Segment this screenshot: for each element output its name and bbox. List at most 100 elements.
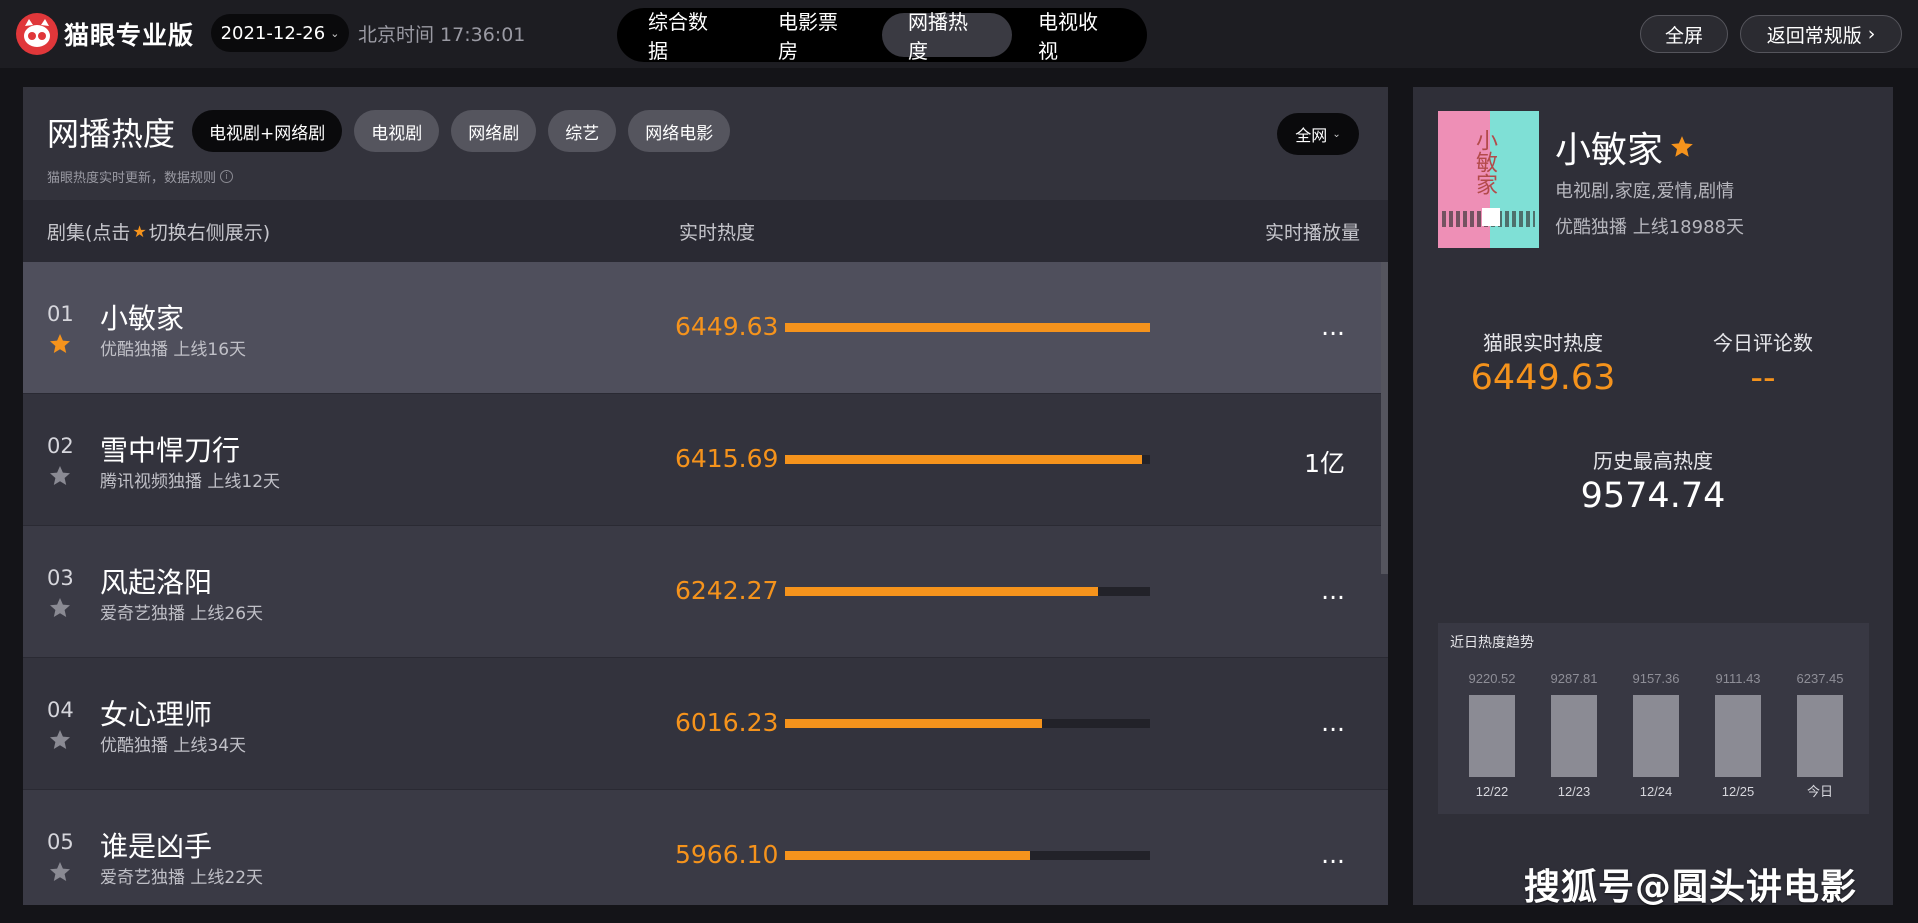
back-button-label: 返回常规版: [1766, 24, 1862, 47]
beijing-clock: 北京时间 17:36:01: [358, 24, 526, 46]
show-list: 01 小敏家 优酷独播 上线16天 6449.63... 02 雪中悍刀行腾讯视频独播 上…: [23, 262, 1388, 905]
table-row[interactable]: 02 雪中悍刀行 腾讯视频独播 上线12天 6415.69 1亿: [23, 394, 1388, 526]
stat-value: --: [1750, 358, 1776, 398]
cat-eye-logo-icon: [16, 13, 58, 55]
back-to-standard-button[interactable]: 返回常规版 ›: [1740, 15, 1902, 53]
star-icon[interactable]: [48, 596, 72, 620]
rank-number: 04: [47, 698, 74, 722]
heat-value: 6449.63: [675, 312, 779, 341]
play-count: ...: [1321, 312, 1345, 341]
stat-value: 9574.74: [1580, 476, 1726, 516]
date-select[interactable]: 2021-12-26 ⌄: [211, 14, 349, 52]
show-meta: 优酷独播 上线34天: [100, 736, 247, 756]
detail-panel: 小敏家 小敏家 电视剧,家庭,爱情,剧情 优酷独播 上线18988天 猫眼实时热…: [1413, 87, 1893, 905]
table-row[interactable]: 03 风起洛阳 爱奇艺独播 上线26天 6242.27...: [23, 526, 1388, 658]
trend-value-label: 6237.45: [1797, 671, 1844, 686]
show-poster: 小敏家: [1438, 111, 1539, 248]
heat-bar-fill: [785, 455, 1142, 464]
chevron-right-icon: ›: [1867, 23, 1876, 45]
star-icon[interactable]: [1669, 134, 1695, 160]
heat-bar-fill: [785, 719, 1043, 728]
nav-tab[interactable]: 综合数据: [622, 10, 752, 63]
heat-value: 5966.10: [675, 840, 779, 869]
app-logo[interactable]: 猫眼专业版: [16, 13, 194, 55]
poster-house: [1482, 208, 1500, 226]
stat-value: 6449.63: [1470, 358, 1616, 398]
show-title[interactable]: 谁是凶手: [100, 825, 212, 865]
heat-list-panel: 网播热度 电视剧+网络剧 电视剧 网络剧 综艺 网络电影 全网 ⌄ 猫眼热度实时更新，数…: [23, 87, 1388, 905]
stat-label: 今日评论数: [1713, 331, 1813, 355]
scope-value: 全网: [1295, 126, 1328, 145]
trend-bar: [1715, 695, 1761, 777]
star-icon[interactable]: [48, 860, 72, 884]
trend-category-label: 今日: [1807, 784, 1833, 799]
filter-chip[interactable]: 电视剧: [354, 110, 440, 152]
show-title[interactable]: 风起洛阳: [100, 561, 212, 601]
panel-title: 网播热度: [47, 115, 176, 153]
show-title[interactable]: 女心理师: [100, 693, 212, 733]
heat-bar: [785, 587, 1150, 596]
update-note-text: 猫眼热度实时更新，数据规则: [47, 171, 217, 186]
rank-number: 02: [47, 434, 74, 458]
show-meta: 爱奇艺独播 上线22天: [100, 868, 264, 888]
star-icon[interactable]: [48, 728, 72, 752]
table-row[interactable]: 01 小敏家 优酷独播 上线16天 6449.63...: [23, 262, 1388, 394]
show-meta: 爱奇艺独播 上线26天: [100, 604, 264, 624]
filter-chip[interactable]: 电视剧+网络剧: [192, 110, 343, 152]
column-show: 剧集(点击 ★ 切换右侧展示): [47, 218, 270, 245]
star-icon[interactable]: [48, 332, 72, 356]
trend-bar: [1797, 695, 1843, 777]
star-icon: ★: [132, 222, 147, 241]
column-header: 剧集(点击 ★ 切换右侧展示) 实时热度 实时播放量: [23, 200, 1388, 262]
heat-bar: [785, 323, 1150, 332]
play-count: ...: [1321, 840, 1345, 869]
star-icon[interactable]: [48, 464, 72, 488]
stat-label: 历史最高热度: [1593, 449, 1713, 473]
chevron-down-icon: ⌄: [1332, 128, 1341, 140]
show-meta: 腾讯视频独播 上线12天: [100, 472, 281, 492]
nav-tab[interactable]: 网播热度: [882, 10, 1012, 63]
trend-category-label: 12/22: [1476, 784, 1509, 799]
table-row[interactable]: 05 谁是凶手爱奇艺独播 上线22天 5966.10...: [23, 790, 1388, 905]
scope-select[interactable]: 全网 ⌄: [1277, 113, 1359, 155]
stat-label: 猫眼实时热度: [1483, 331, 1603, 355]
show-title[interactable]: 小敏家: [100, 297, 184, 337]
detail-genres: 电视剧,家庭,爱情,剧情: [1555, 181, 1735, 202]
trend-value-label: 9111.43: [1715, 671, 1760, 686]
rank-number: 05: [47, 830, 74, 854]
play-count: 1亿: [1304, 449, 1345, 478]
column-plays: 实时播放量: [1264, 222, 1360, 244]
list-header: 网播热度 电视剧+网络剧 电视剧 网络剧 综艺 网络电影 全网 ⌄ 猫眼热度实时更新，数…: [23, 87, 1388, 200]
poster-title: 小敏家: [1472, 129, 1497, 195]
main-nav: 综合数据 电影票房 网播热度 电视收视: [617, 8, 1147, 63]
list-scrollbar[interactable]: [1381, 262, 1388, 574]
nav-tab[interactable]: 电影票房: [752, 10, 882, 63]
heat-bar-fill: [785, 851, 1030, 860]
trend-value-label: 9220.52: [1469, 671, 1516, 686]
watermark: 搜狐号@圆头讲电影: [1524, 867, 1858, 908]
info-icon[interactable]: i: [220, 170, 234, 183]
trend-value-label: 9287.81: [1551, 671, 1598, 686]
heat-bar-fill: [785, 587, 1099, 596]
rank-number: 03: [47, 566, 74, 590]
detail-info: 优酷独播 上线18988天: [1555, 217, 1744, 238]
filter-chip[interactable]: 网络剧: [451, 110, 537, 152]
filter-chip[interactable]: 网络电影: [628, 110, 731, 152]
trend-value-label: 9157.36: [1633, 671, 1680, 686]
trend-category-label: 12/24: [1640, 784, 1673, 799]
nav-tab[interactable]: 电视收视: [1012, 10, 1142, 63]
trend-category-label: 12/23: [1558, 784, 1591, 799]
show-title[interactable]: 雪中悍刀行: [100, 429, 240, 469]
column-show-suffix: 切换右侧展示): [148, 222, 271, 244]
detail-title: 小敏家: [1555, 130, 1664, 171]
top-bar: 猫眼专业版 2021-12-26 ⌄ 北京时间 17:36:01 综合数据 电影票…: [0, 0, 1918, 68]
date-value: 2021-12-26: [220, 22, 326, 44]
table-row[interactable]: 04 女心理师 优酷独播 上线34天 6016.23...: [23, 658, 1388, 790]
stat-peak-heat: 历史最高热度 9574.74: [1553, 445, 1753, 516]
play-count: ...: [1321, 576, 1345, 605]
filter-chip[interactable]: 综艺: [548, 110, 617, 152]
category-filters: 电视剧+网络剧 电视剧 网络剧 综艺 网络电影: [192, 110, 731, 152]
trend-chart: 9220.52 12/22 9287.81 12/23 9157.36 12/24 9111…: [1438, 623, 1869, 814]
heat-bar-fill: [785, 323, 1150, 332]
fullscreen-button[interactable]: 全屏: [1640, 15, 1728, 53]
